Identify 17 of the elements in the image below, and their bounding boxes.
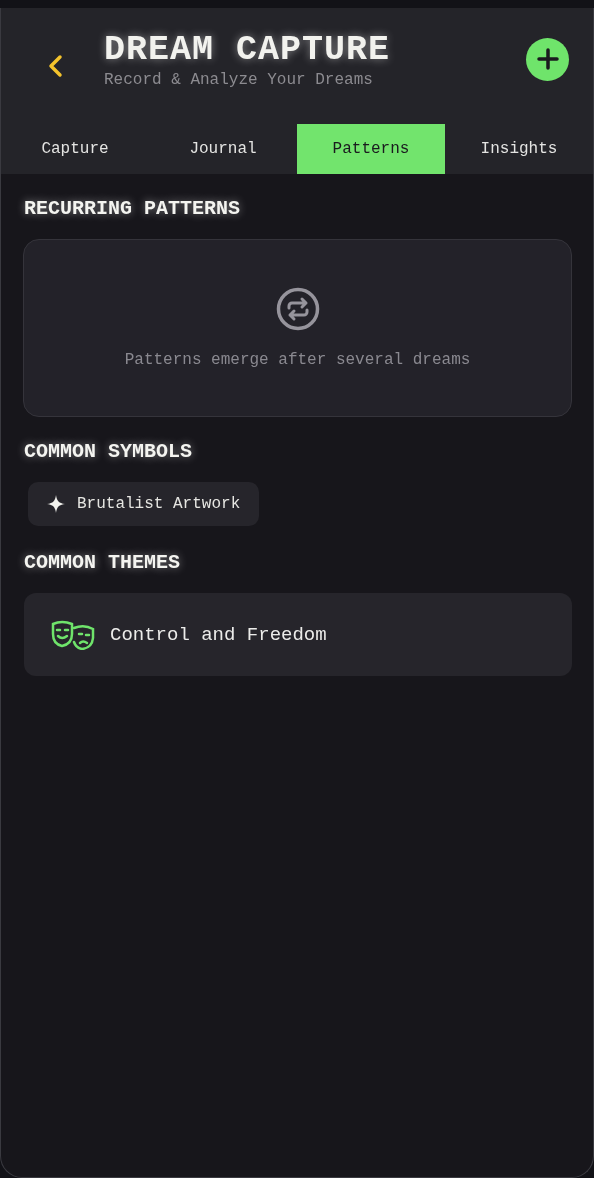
app-subtitle: Record & Analyze Your Dreams bbox=[104, 71, 373, 89]
tab[interactable]: Journal bbox=[149, 124, 297, 174]
symbol-chip: Brutalist Artwork bbox=[28, 482, 260, 526]
repeat-icon bbox=[275, 287, 320, 331]
tab[interactable]: Patterns bbox=[297, 124, 445, 174]
theme-label: Control and Freedom bbox=[110, 623, 327, 646]
app-title: DREAM CAPTURE bbox=[104, 29, 391, 71]
theater-masks-icon bbox=[50, 619, 96, 650]
section-heading: COMMON THEMES bbox=[24, 550, 181, 576]
add-button[interactable] bbox=[526, 37, 569, 81]
plus-icon bbox=[536, 48, 559, 70]
sparkle-icon bbox=[47, 495, 65, 513]
tab[interactable]: Insights bbox=[445, 124, 593, 174]
section-heading: COMMON SYMBOLS bbox=[24, 439, 193, 465]
section-heading: RECURRING PATTERNS bbox=[24, 196, 241, 222]
tab[interactable]: Capture bbox=[1, 124, 149, 174]
empty-message: Patterns emerge after several dreams bbox=[124, 351, 471, 369]
